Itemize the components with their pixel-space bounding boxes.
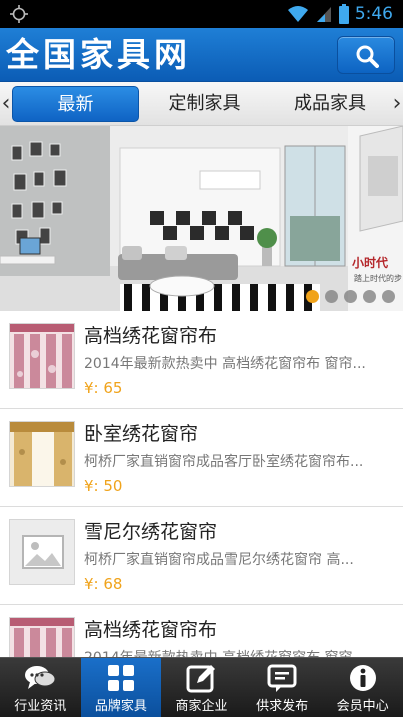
- search-button[interactable]: [337, 36, 395, 74]
- product-description: 2014年最新款热卖中 高档绣花窗帘布 窗帘...: [84, 356, 366, 372]
- clock: 5:46: [354, 4, 393, 24]
- carousel-dot[interactable]: [325, 290, 338, 303]
- nav-member-center[interactable]: 会员中心: [322, 658, 403, 717]
- product-title: 高档绣花窗帘布: [84, 325, 218, 347]
- nav-merchants[interactable]: 商家企业: [161, 658, 242, 717]
- product-price: ¥: 65: [84, 379, 123, 397]
- product-item[interactable]: 高档绣花窗帘布 2014年最新款热卖中 高档绣花窗帘布 窗帘... ¥: 65: [0, 311, 403, 409]
- grid-icon: [107, 665, 134, 691]
- tab-finished-furniture[interactable]: 成品家具: [270, 86, 390, 122]
- banner-image: [0, 126, 403, 311]
- battery-icon: [338, 4, 349, 24]
- product-price: ¥: 68: [84, 575, 123, 593]
- message-icon: [267, 664, 297, 692]
- product-thumbnail: [9, 323, 75, 389]
- bottom-nav: 行业资讯 品牌家具 商家企业 供求发布 会员中心: [0, 657, 403, 717]
- nav-label: 商家企业: [175, 699, 228, 714]
- info-icon: [349, 665, 376, 691]
- nav-label: 会员中心: [336, 699, 389, 714]
- product-list: 高档绣花窗帘布 2014年最新款热卖中 高档绣花窗帘布 窗帘... ¥: 65 …: [0, 311, 403, 703]
- image-placeholder-icon: [10, 520, 74, 584]
- product-title: 雪尼尔绣花窗帘: [84, 521, 218, 543]
- carousel-dot[interactable]: [363, 290, 376, 303]
- status-icons: 5:46: [287, 0, 393, 28]
- tab-latest[interactable]: 最新: [12, 86, 139, 122]
- product-title: 高档绣花窗帘布: [84, 619, 218, 641]
- product-description: 柯桥厂家直销窗帘成品客厅卧室绣花窗帘布...: [84, 454, 364, 470]
- nav-brand-furniture[interactable]: 品牌家具: [80, 658, 162, 717]
- search-icon: [356, 45, 379, 68]
- carousel-dots: [306, 290, 395, 303]
- banner-side-subcaption: 踏上时代的步: [354, 274, 402, 283]
- nav-supply-demand[interactable]: 供求发布: [242, 658, 323, 717]
- nav-label: 品牌家具: [94, 699, 147, 714]
- product-title: 卧室绣花窗帘: [84, 423, 199, 445]
- gps-icon: [10, 5, 28, 23]
- product-price: ¥: 50: [84, 477, 123, 495]
- tabs-left-arrow-icon[interactable]: ‹: [0, 92, 12, 116]
- app-header: 全国家具网: [0, 28, 403, 82]
- tab-custom-furniture[interactable]: 定制家具: [141, 86, 268, 122]
- app-screen: 5:46 全国家具网 ‹ 最新 定制家具 成品家具 › 小时代 踏上时代的步 高…: [0, 0, 403, 717]
- banner-carousel[interactable]: 小时代 踏上时代的步: [0, 126, 403, 311]
- nav-industry-news[interactable]: 行业资讯: [0, 658, 81, 717]
- carousel-dot[interactable]: [382, 290, 395, 303]
- tabs-right-arrow-icon[interactable]: ›: [391, 92, 403, 116]
- nav-label: 行业资讯: [14, 699, 67, 714]
- product-item[interactable]: 卧室绣花窗帘 柯桥厂家直销窗帘成品客厅卧室绣花窗帘布... ¥: 50: [0, 409, 403, 507]
- product-thumbnail: [9, 421, 75, 487]
- category-tabs: ‹ 最新 定制家具 成品家具 ›: [0, 82, 403, 126]
- carousel-dot[interactable]: [344, 290, 357, 303]
- product-item[interactable]: 雪尼尔绣花窗帘 柯桥厂家直销窗帘成品雪尼尔绣花窗帘 高... ¥: 68: [0, 507, 403, 605]
- carousel-dot[interactable]: [306, 290, 319, 303]
- chat-bubbles-icon: [25, 666, 56, 689]
- product-thumbnail-placeholder: [9, 519, 75, 585]
- signal-icon: [316, 7, 331, 22]
- status-bar: 5:46: [0, 0, 403, 28]
- banner-side-caption: 小时代: [352, 256, 389, 270]
- edit-icon: [186, 665, 216, 693]
- nav-label: 供求发布: [256, 699, 309, 714]
- wifi-icon: [287, 6, 308, 22]
- product-description: 柯桥厂家直销窗帘成品雪尼尔绣花窗帘 高...: [84, 552, 354, 568]
- site-title: 全国家具网: [6, 35, 191, 74]
